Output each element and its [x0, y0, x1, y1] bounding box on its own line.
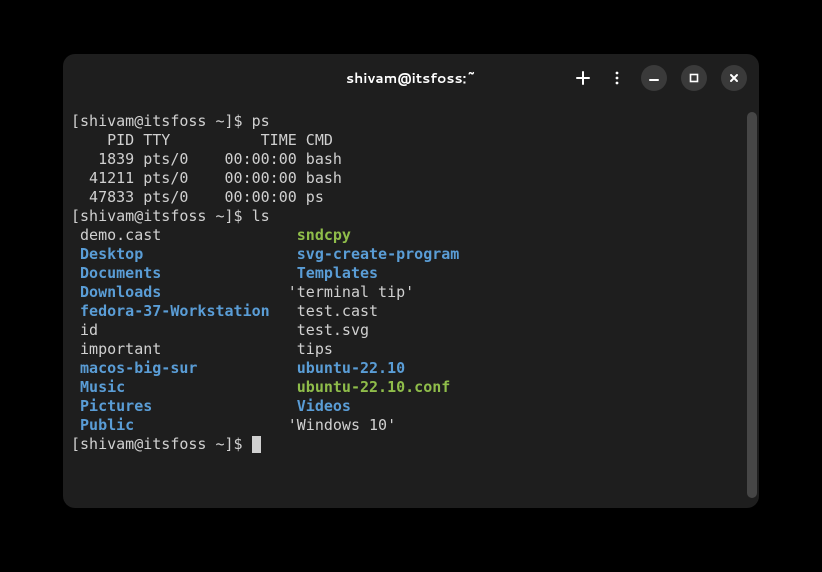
ps-row: 41211 pts/0 00:00:00 bash: [71, 169, 751, 188]
menu-button[interactable]: [607, 68, 627, 88]
terminal-body[interactable]: [shivam@itsfoss ~]$ ps PID TTY TIME CMD …: [63, 102, 759, 508]
prompt-1: [shivam@itsfoss ~]$: [71, 112, 252, 130]
ls-entry-id: id: [71, 321, 288, 339]
minimize-icon: [648, 72, 660, 84]
ls-row: demo.cast sndcpy: [71, 226, 751, 245]
ps-row: 1839 pts/0 00:00:00 bash: [71, 150, 751, 169]
ls-entry-demo-cast: demo.cast: [71, 226, 288, 244]
ls-entry-test-svg: test.svg: [288, 321, 369, 339]
ls-row: id test.svg: [71, 321, 751, 340]
plus-icon: [575, 70, 591, 86]
scrollbar[interactable]: [747, 112, 757, 498]
terminal-window: shivam@itsfoss:~ [shivam@itsfoss ~]$ ps …: [63, 54, 759, 508]
ls-entry-terminal-tip: 'terminal tip': [288, 283, 414, 301]
maximize-button[interactable]: [681, 65, 707, 91]
ls-entry-tips: tips: [288, 340, 333, 358]
minimize-button[interactable]: [641, 65, 667, 91]
titlebar: shivam@itsfoss:~: [63, 54, 759, 102]
ls-row: Public 'Windows 10': [71, 416, 751, 435]
ls-row: macos-big-sur ubuntu-22.10: [71, 359, 751, 378]
ls-row: Desktop svg-create-program: [71, 245, 751, 264]
ls-entry-desktop: Desktop: [71, 245, 288, 263]
ls-row: fedora-37-Workstation test.cast: [71, 302, 751, 321]
ps-row: 47833 pts/0 00:00:00 ps: [71, 188, 751, 207]
ps-header: PID TTY TIME CMD: [71, 131, 751, 150]
maximize-icon: [688, 72, 700, 84]
command-ls: ls: [252, 207, 270, 225]
ls-entry-ubuntu-2210-conf: ubuntu-22.10.conf: [288, 378, 451, 396]
prompt-2: [shivam@itsfoss ~]$: [71, 207, 252, 225]
cursor: [252, 436, 261, 453]
ls-entry-windows-10: 'Windows 10': [288, 416, 396, 434]
prompt-3: [shivam@itsfoss ~]$: [71, 435, 252, 453]
ls-entry-fedora: fedora-37-Workstation: [71, 302, 288, 320]
prompt-line-2: [shivam@itsfoss ~]$ ls: [71, 207, 751, 226]
ls-entry-videos: Videos: [288, 397, 351, 415]
ls-entry-sndcpy: sndcpy: [288, 226, 351, 244]
ls-row: important tips: [71, 340, 751, 359]
prompt-line-1: [shivam@itsfoss ~]$ ps: [71, 112, 751, 131]
prompt-line-3: [shivam@itsfoss ~]$: [71, 435, 751, 454]
ls-entry-pictures: Pictures: [71, 397, 288, 415]
command-ps: ps: [252, 112, 270, 130]
ls-entry-downloads: Downloads: [71, 283, 288, 301]
titlebar-controls: [573, 65, 747, 91]
ls-entry-macos: macos-big-sur: [71, 359, 288, 377]
ls-row: Pictures Videos: [71, 397, 751, 416]
ls-entry-important: important: [71, 340, 288, 358]
window-title: shivam@itsfoss:~: [346, 68, 476, 88]
ls-entry-ubuntu-2210: ubuntu-22.10: [288, 359, 405, 377]
close-button[interactable]: [721, 65, 747, 91]
ls-entry-music: Music: [71, 378, 288, 396]
ls-row: Documents Templates: [71, 264, 751, 283]
ls-row: Downloads 'terminal tip': [71, 283, 751, 302]
ls-entry-test-cast: test.cast: [288, 302, 378, 320]
close-icon: [728, 72, 740, 84]
kebab-icon: [610, 71, 624, 85]
ls-entry-public: Public: [71, 416, 288, 434]
ls-row: Music ubuntu-22.10.conf: [71, 378, 751, 397]
ls-entry-documents: Documents: [71, 264, 288, 282]
new-tab-button[interactable]: [573, 68, 593, 88]
ls-entry-svg-create-program: svg-create-program: [288, 245, 460, 263]
ls-entry-templates: Templates: [288, 264, 378, 282]
